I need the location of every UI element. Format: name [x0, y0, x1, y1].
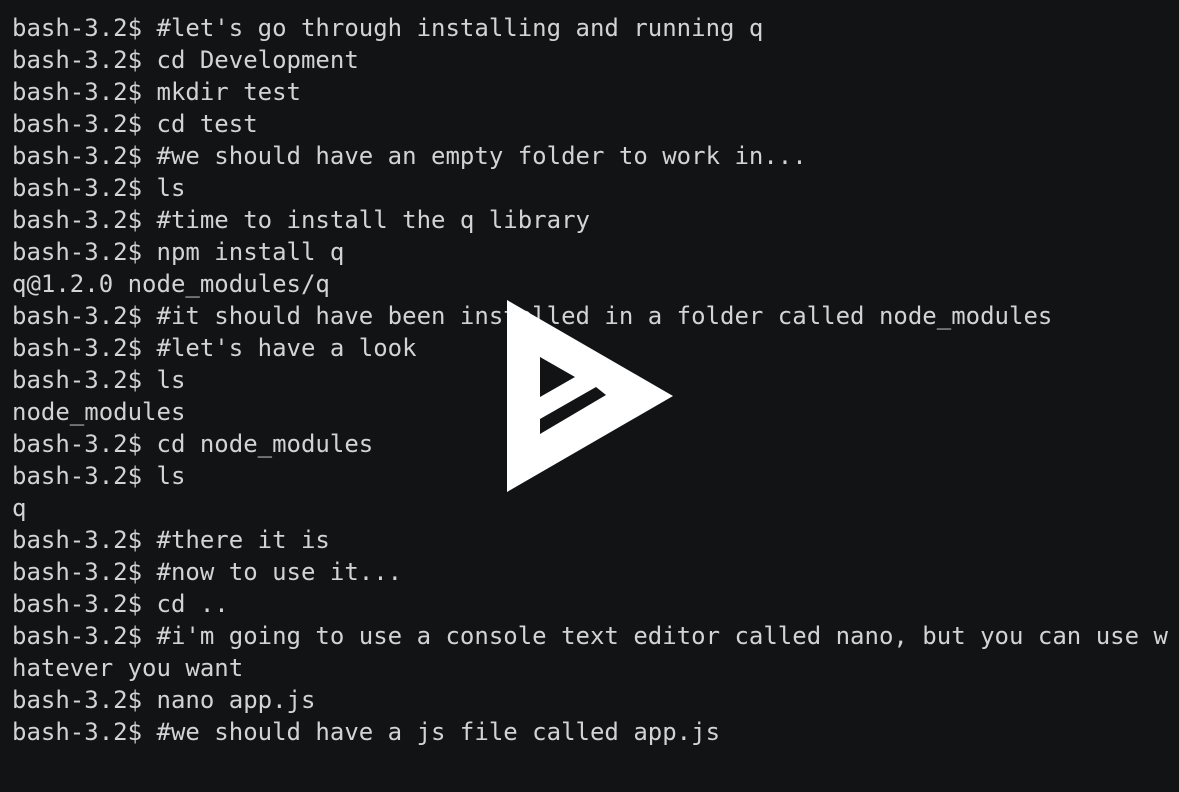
terminal-line: bash-3.2$ nano app.js	[12, 686, 316, 714]
asciinema-play-icon	[507, 300, 673, 492]
terminal-line: bash-3.2$ ls	[12, 174, 186, 202]
terminal-line: bash-3.2$ #let's go through installing a…	[12, 14, 764, 42]
terminal-line: q	[12, 494, 27, 522]
play-button[interactable]	[506, 300, 674, 493]
terminal-line: bash-3.2$ cd Development	[12, 46, 359, 74]
terminal-line: bash-3.2$ #now to use it...	[12, 558, 403, 586]
terminal-line: bash-3.2$ #we should have an empty folde…	[12, 142, 807, 170]
terminal-line: bash-3.2$ cd ..	[12, 590, 229, 618]
terminal-screen: bash-3.2$ #let's go through installing a…	[0, 0, 1179, 792]
terminal-line: bash-3.2$ #we should have a js file call…	[12, 718, 721, 746]
terminal-line: q@1.2.0 node_modules/q	[12, 270, 330, 298]
terminal-line: bash-3.2$ cd test	[12, 110, 258, 138]
terminal-line: hatever you want	[12, 654, 244, 682]
terminal-line: bash-3.2$ #there it is	[12, 526, 330, 554]
terminal-line: bash-3.2$ mkdir test	[12, 78, 301, 106]
terminal-line: bash-3.2$ #time to install the q library	[12, 206, 590, 234]
terminal-line: bash-3.2$ npm install q	[12, 238, 345, 266]
terminal-line: bash-3.2$ #i'm going to use a console te…	[12, 622, 1168, 650]
